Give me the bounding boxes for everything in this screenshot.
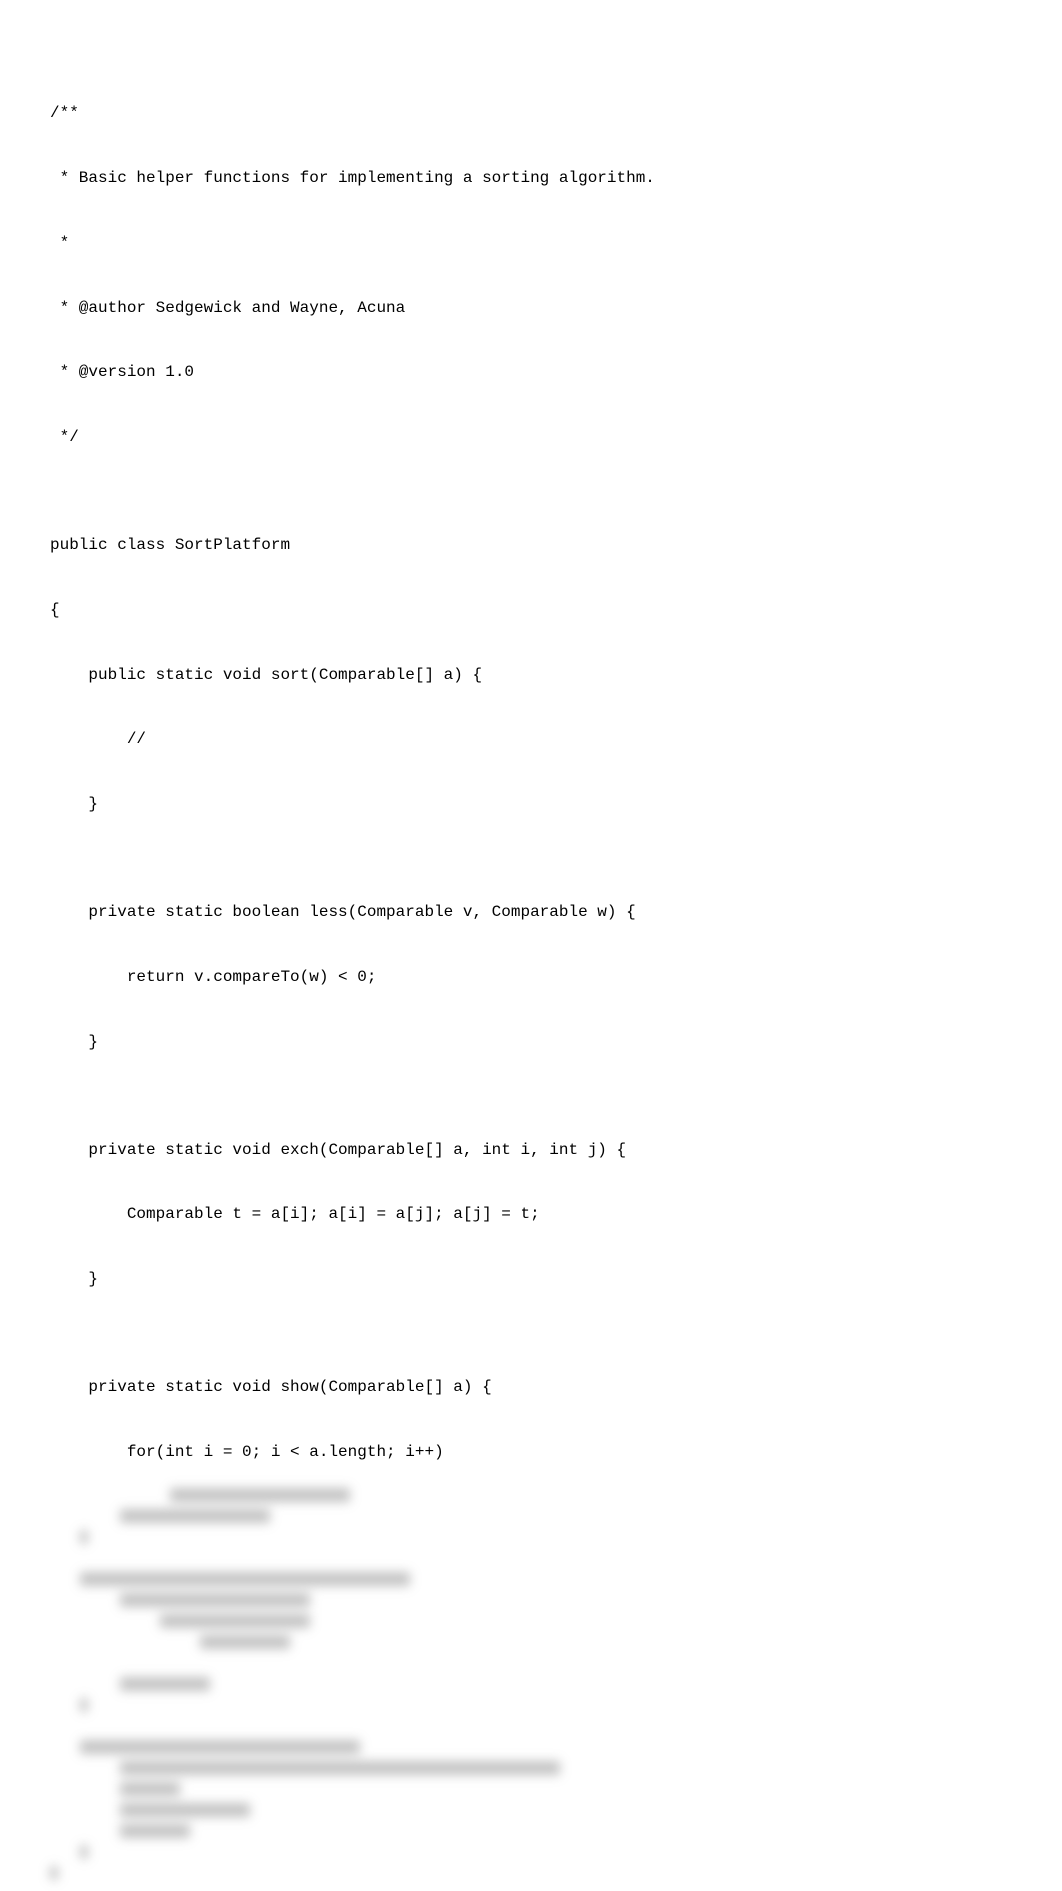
blurred-row	[50, 1653, 1012, 1674]
blurred-row	[50, 1485, 1012, 1506]
blurred-row	[50, 1506, 1012, 1527]
blurred-row	[50, 1737, 1012, 1758]
blurred-row	[50, 1716, 1012, 1737]
blurred-segment	[120, 1803, 250, 1817]
blurred-row	[50, 1611, 1012, 1632]
blurred-segment	[120, 1593, 310, 1607]
blurred-segment	[120, 1824, 190, 1838]
code-line: Comparable t = a[i]; a[i] = a[j]; a[j] =…	[50, 1204, 1012, 1226]
code-line: private static void show(Comparable[] a)…	[50, 1377, 1012, 1399]
blurred-row	[50, 1758, 1012, 1779]
code-line: *	[50, 233, 1012, 255]
blurred-segment	[120, 1782, 180, 1796]
code-line: */	[50, 427, 1012, 449]
blurred-segment	[80, 1530, 88, 1544]
blurred-row	[50, 1800, 1012, 1821]
blurred-segment	[200, 1635, 290, 1649]
code-line: * @author Sedgewick and Wayne, Acuna	[50, 298, 1012, 320]
code-line: }	[50, 1032, 1012, 1054]
blurred-row	[50, 1548, 1012, 1569]
code-line: }	[50, 1269, 1012, 1291]
code-line: * Basic helper functions for implementin…	[50, 168, 1012, 190]
blurred-segment	[80, 1740, 360, 1754]
code-line: for(int i = 0; i < a.length; i++)	[50, 1442, 1012, 1464]
blurred-segment	[160, 1614, 310, 1628]
code-line: public static void sort(Comparable[] a) …	[50, 665, 1012, 687]
code-line: private static void exch(Comparable[] a,…	[50, 1140, 1012, 1162]
blurred-row	[50, 1632, 1012, 1653]
blurred-row	[50, 1674, 1012, 1695]
blurred-row	[50, 1569, 1012, 1590]
blurred-segment	[120, 1509, 270, 1523]
code-line: return v.compareTo(w) < 0;	[50, 967, 1012, 989]
blurred-code-region	[50, 1485, 1012, 1884]
blurred-row	[50, 1863, 1012, 1884]
code-line: * @version 1.0	[50, 362, 1012, 384]
code-line: private static boolean less(Comparable v…	[50, 902, 1012, 924]
code-line: }	[50, 794, 1012, 816]
blurred-row	[50, 1527, 1012, 1548]
blurred-row	[50, 1779, 1012, 1800]
blurred-segment	[50, 1866, 58, 1880]
code-line: //	[50, 729, 1012, 751]
code-line: /**	[50, 103, 1012, 125]
blurred-row	[50, 1590, 1012, 1611]
code-line: {	[50, 600, 1012, 622]
blurred-segment	[120, 1761, 560, 1775]
code-line: public class SortPlatform	[50, 535, 1012, 557]
blurred-segment	[120, 1677, 210, 1691]
blurred-segment	[80, 1572, 410, 1586]
blurred-row	[50, 1842, 1012, 1863]
blurred-segment	[170, 1488, 350, 1502]
blurred-segment	[80, 1698, 88, 1712]
blurred-row	[50, 1821, 1012, 1842]
blurred-row	[50, 1695, 1012, 1716]
blurred-segment	[80, 1845, 88, 1859]
code-document: /** * Basic helper functions for impleme…	[50, 60, 1012, 1485]
